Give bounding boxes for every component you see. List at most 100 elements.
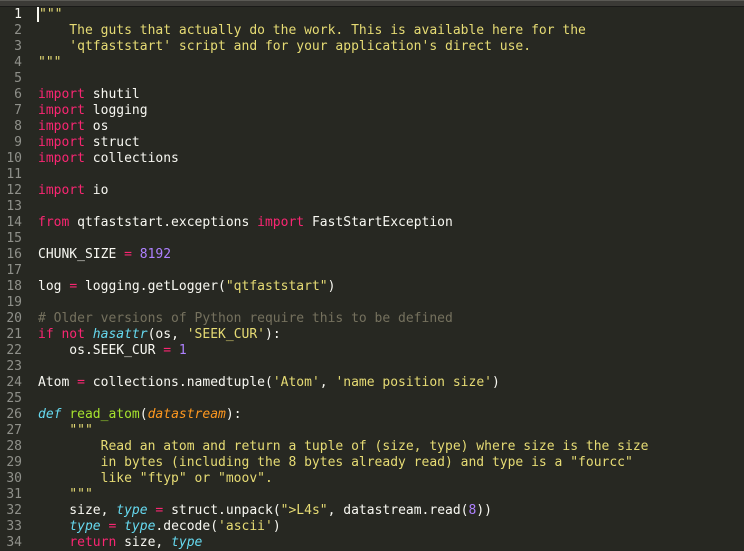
code-line[interactable]: import collections [38,151,744,167]
token-str: 'SEEK_CUR' [187,327,265,342]
token-plain: os [85,119,108,134]
token-plain [171,343,179,358]
token-kw: if [38,327,54,342]
line-number: 24 [4,375,22,391]
code-line[interactable]: if not hasattr(os, 'SEEK_CUR'): [38,327,744,343]
code-line[interactable]: return size, type [38,535,744,551]
code-line[interactable]: """ [38,55,744,71]
token-kw: import [38,151,85,166]
code-line[interactable]: type = type.decode('ascii') [38,519,744,535]
code-line[interactable]: import os [38,119,744,135]
code-line[interactable]: import logging [38,103,744,119]
code-line[interactable]: size, type = struct.unpack(">L4s", datas… [38,503,744,519]
line-number: 22 [4,343,22,359]
code-line[interactable]: os.SEEK_CUR = 1 [38,343,744,359]
code-line[interactable]: from qtfaststart.exceptions import FastS… [38,215,744,231]
code-line[interactable]: 'qtfaststart' script and for your applic… [38,39,744,55]
code-line[interactable] [38,359,744,375]
line-number: 15 [4,231,22,247]
token-kw: not [61,327,84,342]
code-line[interactable]: import shutil [38,87,744,103]
token-num: 8192 [140,247,171,262]
code-line[interactable]: CHUNK_SIZE = 8192 [38,247,744,263]
code-editor[interactable]: 1234567891011121314151617181920212223242… [0,7,744,551]
token-type: type [69,519,100,534]
code-line[interactable]: import io [38,183,744,199]
line-number: 1 [4,7,22,23]
code-line[interactable]: log = logging.getLogger("qtfaststart") [38,279,744,295]
code-line[interactable] [38,391,744,407]
code-line[interactable]: """ [38,487,744,503]
token-str: in bytes (including the 8 bytes already … [38,455,633,470]
code-area[interactable]: """ The guts that actually do the work. … [28,7,744,551]
token-kw: import [38,119,85,134]
code-line[interactable] [38,295,744,311]
code-line[interactable] [38,231,744,247]
line-number: 19 [4,295,22,311]
token-kw: import [38,183,85,198]
code-line[interactable] [38,199,744,215]
line-number: 10 [4,151,22,167]
code-line[interactable]: Atom = collections.namedtuple('Atom', 'n… [38,375,744,391]
line-number: 11 [4,167,22,183]
token-plain: ) [328,279,336,294]
token-arg: datastream [148,407,226,422]
token-type: def [38,407,61,422]
line-number: 32 [4,503,22,519]
token-plain: FastStartException [304,215,453,230]
line-number: 3 [4,39,22,55]
code-line[interactable]: # Older versions of Python require this … [38,311,744,327]
token-kw: = [69,279,77,294]
token-str: """ [69,423,92,438]
token-kw: import [38,87,85,102]
token-num: 1 [179,343,187,358]
code-line[interactable] [38,167,744,183]
code-line[interactable]: in bytes (including the 8 bytes already … [38,455,744,471]
token-plain: )) [476,503,492,518]
token-type: hasattr [93,327,148,342]
code-line[interactable]: import struct [38,135,744,151]
code-line[interactable]: """ [38,7,744,23]
token-str: 'Atom' [273,375,320,390]
line-number: 16 [4,247,22,263]
token-cmt: # Older versions of Python require this … [38,311,453,326]
line-number: 23 [4,359,22,375]
token-plain [38,535,69,550]
line-number: 4 [4,55,22,71]
token-plain [38,519,69,534]
token-plain: size, [38,503,116,518]
line-number: 31 [4,487,22,503]
line-number: 9 [4,135,22,151]
token-plain: qtfaststart.exceptions [69,215,257,230]
code-line[interactable]: like "ftyp" or "moov". [38,471,744,487]
token-kw: = [77,375,85,390]
token-kw: from [38,215,69,230]
token-kw: import [38,135,85,150]
line-number: 25 [4,391,22,407]
token-plain: ) [492,375,500,390]
token-plain [116,519,124,534]
token-kw: return [69,535,116,550]
token-plain: Atom [38,375,77,390]
line-number: 30 [4,471,22,487]
code-line[interactable]: The guts that actually do the work. This… [38,23,744,39]
line-number: 5 [4,71,22,87]
token-str: The guts that actually do the work. This… [38,23,586,38]
code-line[interactable]: def read_atom(datastream): [38,407,744,423]
line-number: 20 [4,311,22,327]
token-plain: , datastream.read( [328,503,469,518]
token-str: "qtfaststart" [226,279,328,294]
token-str: Read an atom and return a tuple of (size… [38,439,648,454]
code-line[interactable] [38,71,744,87]
code-line[interactable] [38,263,744,279]
code-line[interactable]: """ [38,423,744,439]
line-number: 12 [4,183,22,199]
code-line[interactable]: Read an atom and return a tuple of (size… [38,439,744,455]
token-plain: collections [85,151,179,166]
token-plain: size, [116,535,171,550]
token-plain: struct.unpack( [163,503,280,518]
line-number: 6 [4,87,22,103]
line-number: 27 [4,423,22,439]
line-number: 26 [4,407,22,423]
token-kw: import [257,215,304,230]
